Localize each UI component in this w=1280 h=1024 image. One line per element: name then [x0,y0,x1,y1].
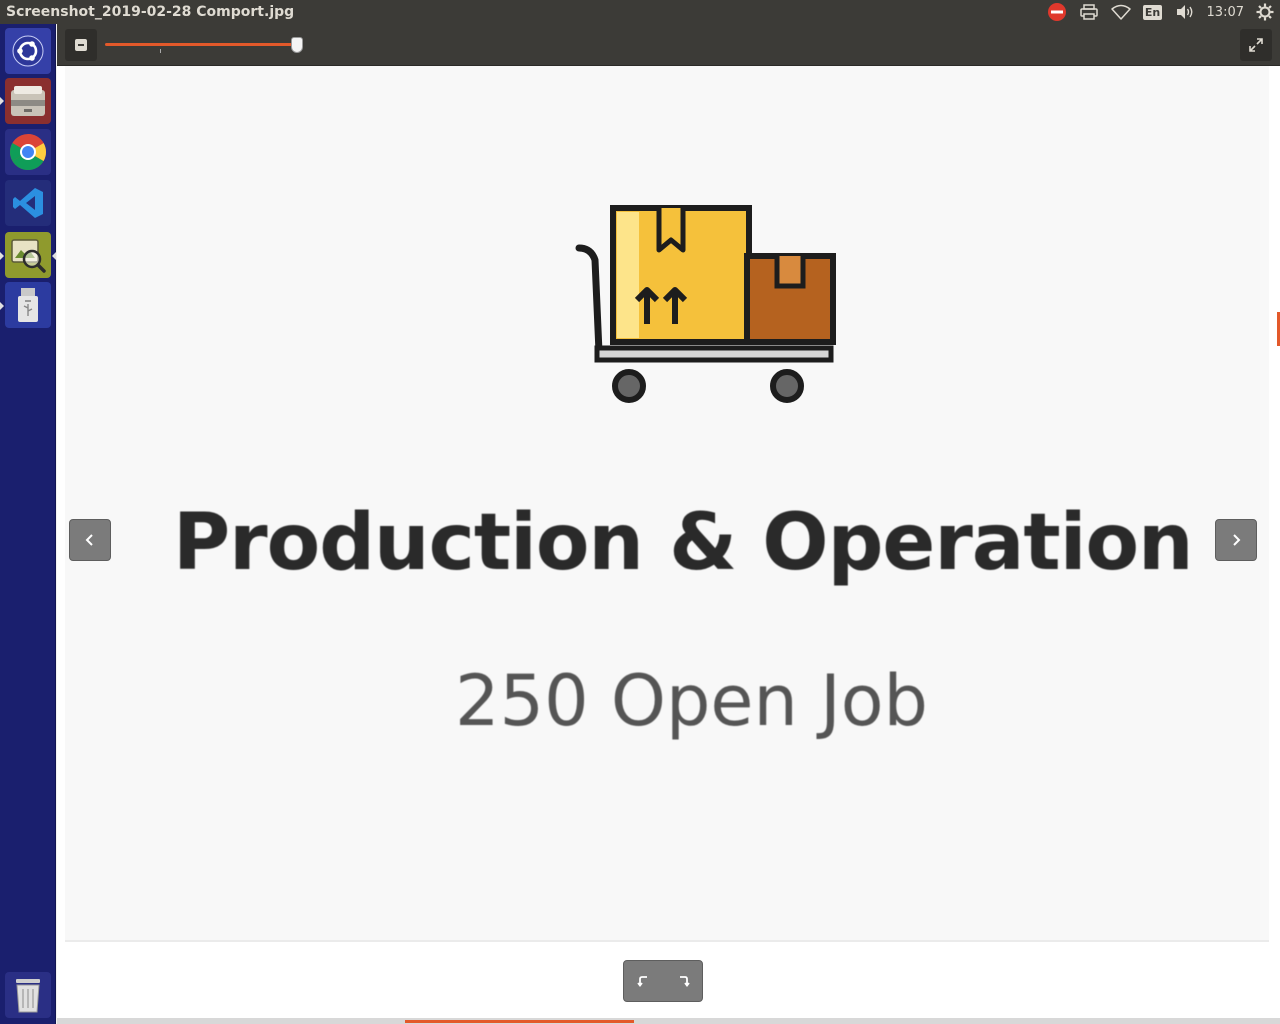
window-title: Screenshot_2019-02-28 Comport.jpg [6,4,295,20]
cart-with-boxes-icon [575,205,836,403]
category-title: Production & Operation [173,498,1194,588]
zoom-out-button[interactable] [65,29,97,61]
do-not-disturb-icon[interactable] [1041,0,1073,24]
viewer-toolbar [57,24,1280,66]
running-pip [0,302,4,310]
settings-gear-icon[interactable] [1250,0,1280,24]
usb-drive-icon[interactable] [5,282,51,328]
chevron-left-icon [85,534,93,546]
displayed-image: Production & Operation 250 Open Job [65,66,1269,942]
running-pip [0,97,4,105]
zoom-slider[interactable] [105,37,303,53]
volume-icon[interactable] [1169,0,1201,24]
chrome-icon[interactable] [5,129,51,175]
wifi-icon[interactable] [1105,0,1137,24]
zoom-slider-handle[interactable] [291,37,303,53]
zoom-slider-tick [160,49,161,53]
fullscreen-button[interactable] [1240,29,1272,61]
rotate-right-icon [679,976,690,987]
open-job-count: 250 Open Job [455,660,928,742]
zoom-slider-fill [105,43,297,46]
running-pip [0,252,4,260]
next-image-button[interactable] [1215,519,1257,561]
previous-image-button[interactable] [69,519,111,561]
vscode-icon[interactable] [5,180,51,226]
launcher [0,24,56,1024]
ubuntu-dash-icon[interactable] [5,28,51,74]
chevron-right-icon [1233,534,1241,546]
rotate-left-button[interactable] [624,961,663,1001]
top-panel: Screenshot_2019-02-28 Comport.jpg En 13:… [0,0,1280,24]
zoom-out-icon [75,39,87,51]
keyboard-layout-indicator[interactable]: En [1137,0,1169,24]
rotate-right-button[interactable] [663,961,702,1001]
active-pip [52,252,56,260]
image-viewer-icon[interactable] [5,232,51,278]
fullscreen-icon [1249,38,1263,52]
rotate-left-icon [636,976,647,987]
keyboard-layout-label: En [1142,4,1163,20]
indicator-area: En 13:07 [1041,0,1280,24]
clock[interactable]: 13:07 [1201,5,1250,20]
trash-icon[interactable] [5,972,51,1018]
image-position-indicator [405,1020,634,1023]
printer-icon[interactable] [1073,0,1105,24]
image-viewport[interactable]: Production & Operation 250 Open Job [57,66,1280,1024]
image-strip [57,1018,1280,1024]
files-icon[interactable] [5,78,51,124]
rotate-controls [623,960,703,1002]
